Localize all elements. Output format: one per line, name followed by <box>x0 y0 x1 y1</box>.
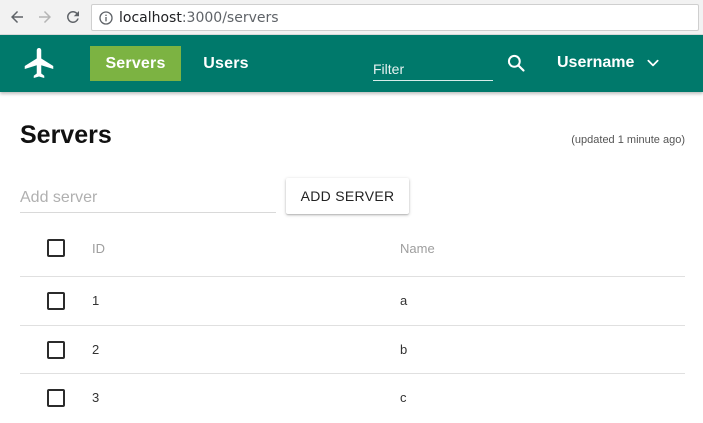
username-label: Username <box>557 54 635 71</box>
cell-id: 2 <box>92 341 100 357</box>
updated-timestamp: (updated 1 minute ago) <box>571 134 685 146</box>
arrow-left-icon <box>11 11 23 23</box>
tab-users-label: Users <box>203 54 249 72</box>
url-path: :3000/servers <box>181 10 279 26</box>
column-header-name[interactable]: Name <box>400 241 435 256</box>
add-server-button[interactable]: ADD SERVER <box>286 178 409 214</box>
tab-servers-label: Servers <box>105 54 166 72</box>
cell-name: c <box>400 390 407 405</box>
url-host: localhost <box>119 10 182 26</box>
reload-button[interactable] <box>62 6 84 28</box>
select-all-checkbox[interactable] <box>47 239 65 257</box>
cell-id: 3 <box>92 390 100 405</box>
cell-name: a <box>400 293 408 308</box>
row-checkbox[interactable] <box>47 389 65 407</box>
browser-toolbar: localhost:3000/servers <box>0 0 703 35</box>
table-header-row: ID Name <box>20 222 685 277</box>
page-title: Servers <box>20 121 112 149</box>
search-icon[interactable] <box>506 53 526 73</box>
forward-button[interactable] <box>34 6 56 28</box>
app-header: Servers Users Username <box>0 35 703 92</box>
servers-table: ID Name 1 a 2 b 3 c <box>20 222 685 423</box>
address-bar[interactable]: localhost:3000/servers <box>91 4 699 31</box>
filter-input[interactable] <box>373 51 493 80</box>
chevron-down-icon <box>647 59 659 67</box>
add-server-input[interactable] <box>20 183 276 212</box>
arrow-right-icon <box>39 11 51 23</box>
column-header-id[interactable]: ID <box>92 241 105 256</box>
tab-servers[interactable]: Servers <box>90 46 181 81</box>
add-server-field <box>20 183 276 213</box>
filter-field <box>373 51 493 81</box>
table-row[interactable]: 3 c <box>20 374 685 423</box>
cell-name: b <box>400 341 408 357</box>
info-icon[interactable] <box>98 10 114 26</box>
airplane-icon[interactable] <box>21 45 57 81</box>
table-row[interactable]: 2 b <box>20 326 685 374</box>
tab-users[interactable]: Users <box>190 46 262 81</box>
user-menu[interactable]: Username <box>557 52 660 74</box>
row-checkbox[interactable] <box>47 292 65 310</box>
table-row[interactable]: 1 a <box>20 277 685 326</box>
cell-id: 1 <box>92 293 100 308</box>
reload-icon <box>66 10 79 23</box>
row-checkbox[interactable] <box>47 340 65 359</box>
url-text[interactable]: localhost:3000/servers <box>119 9 279 27</box>
back-button[interactable] <box>6 6 28 28</box>
